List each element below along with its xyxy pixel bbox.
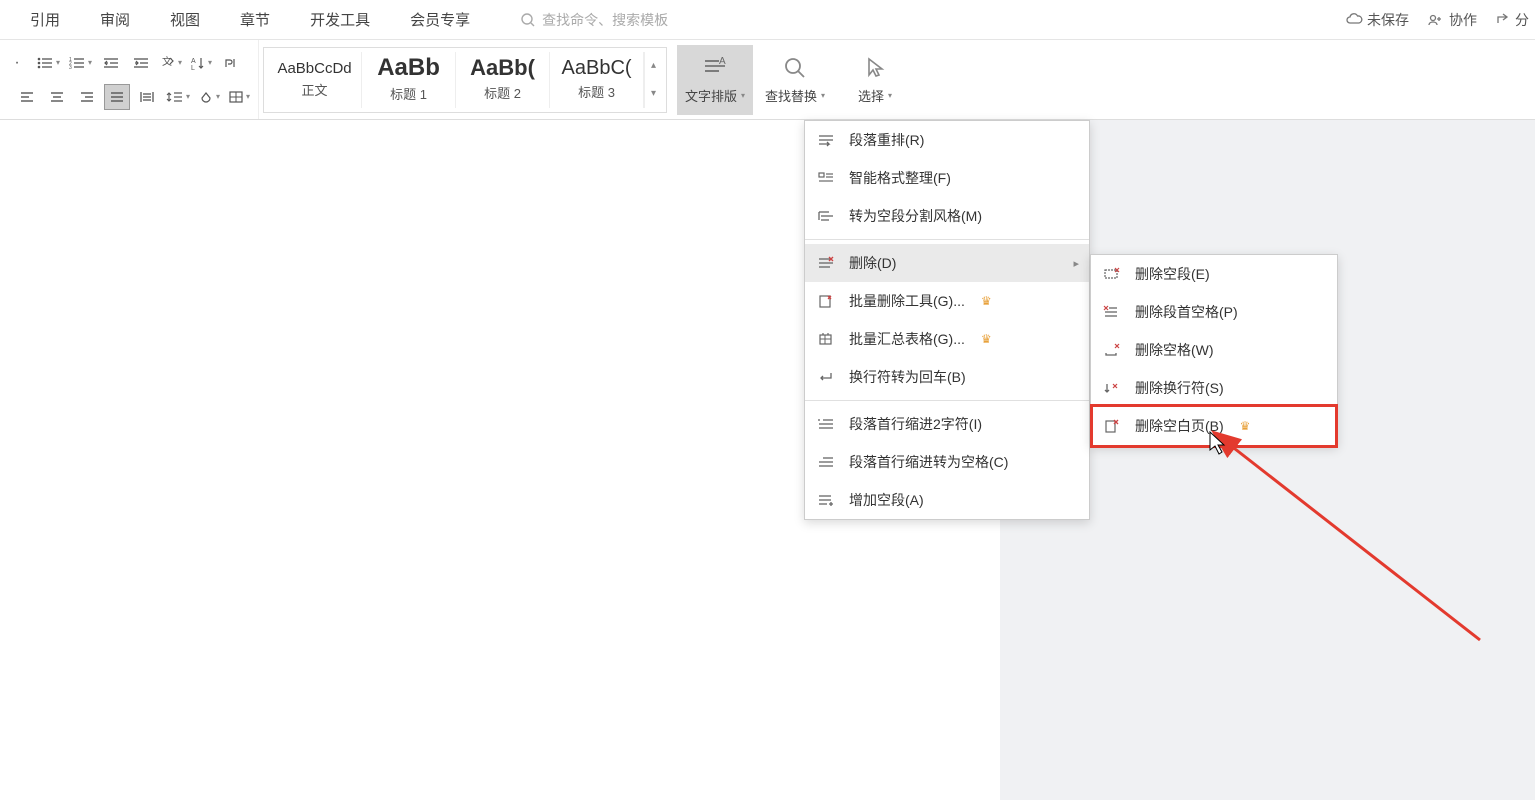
submenu-delete-blank-para[interactable]: 删除空段(E) <box>1091 255 1337 293</box>
style-heading3[interactable]: AaBbC( 标题 3 <box>550 52 644 108</box>
menu-smart-format[interactable]: 智能格式整理(F) <box>805 159 1089 197</box>
bullet-list-btn[interactable] <box>34 50 62 76</box>
style-normal[interactable]: AaBbCcDd 正文 <box>268 52 362 108</box>
text-typeset-btn[interactable]: A 文字排版 <box>677 45 753 115</box>
align-left-btn[interactable] <box>14 84 40 110</box>
styles-gallery[interactable]: AaBbCcDd 正文 AaBb 标题 1 AaBb( 标题 2 AaBbC( … <box>263 47 667 113</box>
batchdel-icon <box>817 293 837 309</box>
menu-separator <box>805 400 1089 401</box>
magnifier-icon <box>782 54 808 82</box>
menu-batch-delete[interactable]: 批量删除工具(G)... ♛ <box>805 282 1089 320</box>
people-icon <box>1427 13 1445 27</box>
find-replace-btn[interactable]: 查找替换 <box>757 45 833 115</box>
cursor-icon <box>863 54 887 82</box>
tab-references[interactable]: 引用 <box>30 9 60 30</box>
menu-convert-linebreak[interactable]: 换行符转为回车(B) <box>805 358 1089 396</box>
align-distribute-btn[interactable] <box>134 84 160 110</box>
dellinebreak-icon <box>1103 380 1123 396</box>
tab-devtools[interactable]: 开发工具 <box>310 9 370 30</box>
increase-indent-btn[interactable] <box>128 50 154 76</box>
addpara-icon <box>817 492 837 508</box>
menu-convert-blank[interactable]: 转为空段分割风格(M) <box>805 197 1089 235</box>
menu-indent-to-space[interactable]: 段落首行缩进转为空格(C) <box>805 443 1089 481</box>
tab-member[interactable]: 会员专享 <box>410 9 470 30</box>
submenu-delete-blank-page[interactable]: 删除空白页(B) ♛ <box>1091 407 1337 445</box>
line-spacing-btn[interactable] <box>164 84 192 110</box>
text-direction-btn[interactable]: 文 <box>158 50 184 76</box>
editing-group: A 文字排版 查找替换 选择 <box>671 40 919 119</box>
svg-text:3: 3 <box>69 65 72 70</box>
show-marks-btn[interactable] <box>218 50 244 76</box>
linebreak-icon <box>817 369 837 385</box>
menu-bar: 引用 审阅 视图 章节 开发工具 会员专享 查找命令、搜索模板 未保存 协作 分 <box>0 0 1535 40</box>
cloud-icon <box>1345 13 1363 27</box>
top-right-actions: 未保存 协作 分 <box>1345 0 1535 40</box>
command-search[interactable]: 查找命令、搜索模板 <box>520 10 668 30</box>
styles-expand[interactable]: ▴▾ <box>644 52 662 108</box>
delspace-icon <box>1103 342 1123 358</box>
submenu-delete-linebreak[interactable]: 删除换行符(S) <box>1091 369 1337 407</box>
batchsum-icon <box>817 331 837 347</box>
sort-btn[interactable]: AL <box>188 50 214 76</box>
menu-indent-2chars[interactable]: 段落首行缩进2字符(I) <box>805 405 1089 443</box>
document-area <box>0 120 1535 800</box>
indent2-icon <box>817 416 837 432</box>
svg-text:A: A <box>719 56 726 67</box>
style-heading2[interactable]: AaBb( 标题 2 <box>456 52 550 108</box>
delblankpage-icon <box>1103 418 1123 434</box>
align-justify-btn[interactable] <box>104 84 130 110</box>
indentspace-icon <box>817 454 837 470</box>
tab-view[interactable]: 视图 <box>170 9 200 30</box>
decrease-indent-btn[interactable] <box>98 50 124 76</box>
menu-batch-summary[interactable]: 批量汇总表格(G)... ♛ <box>805 320 1089 358</box>
collab-button[interactable]: 协作 <box>1427 10 1477 30</box>
svg-text:A: A <box>191 58 196 65</box>
paragraph-group: · 123 文 AL <box>4 40 259 119</box>
smartformat-icon <box>817 170 837 186</box>
tab-chapters[interactable]: 章节 <box>240 9 270 30</box>
align-right-btn[interactable] <box>74 84 100 110</box>
crown-icon: ♛ <box>1240 419 1251 433</box>
submenu-delete-space[interactable]: 删除空格(W) <box>1091 331 1337 369</box>
search-placeholder: 查找命令、搜索模板 <box>542 10 668 30</box>
menu-reflow[interactable]: 段落重排(R) <box>805 121 1089 159</box>
delete-submenu: 删除空段(E) 删除段首空格(P) 删除空格(W) 删除换行符(S) 删除空白页… <box>1090 254 1338 446</box>
typeset-icon: A <box>701 54 729 82</box>
crown-icon: ♛ <box>981 294 992 308</box>
menu-delete[interactable]: 删除(D) ▸ <box>805 244 1089 282</box>
shading-btn[interactable] <box>196 84 222 110</box>
ribbon-toolbar: · 123 文 AL <box>0 40 1535 120</box>
search-icon <box>520 12 536 28</box>
svg-text:文: 文 <box>162 55 172 68</box>
crown-icon: ♛ <box>981 332 992 346</box>
delete-icon <box>817 255 837 271</box>
prev-partial-btn[interactable]: · <box>4 50 30 76</box>
delpara-icon <box>1103 266 1123 282</box>
delleadspace-icon <box>1103 304 1123 320</box>
share-icon <box>1495 13 1511 27</box>
share-button[interactable]: 分 <box>1495 10 1529 30</box>
typeset-menu: 段落重排(R) 智能格式整理(F) 转为空段分割风格(M) 删除(D) ▸ 批量… <box>804 120 1090 520</box>
reflow-icon <box>817 132 837 148</box>
unsaved-status[interactable]: 未保存 <box>1345 10 1409 30</box>
submenu-delete-leading-space[interactable]: 删除段首空格(P) <box>1091 293 1337 331</box>
menu-add-blank-para[interactable]: 增加空段(A) <box>805 481 1089 519</box>
svg-text:L: L <box>191 65 195 71</box>
borders-btn[interactable] <box>226 84 252 110</box>
style-heading1[interactable]: AaBb 标题 1 <box>362 52 456 108</box>
numbered-list-btn[interactable]: 123 <box>66 50 94 76</box>
submenu-arrow-icon: ▸ <box>1073 257 1079 270</box>
menu-separator <box>805 239 1089 240</box>
convert-icon <box>817 208 837 224</box>
select-btn[interactable]: 选择 <box>837 45 913 115</box>
tab-review[interactable]: 审阅 <box>100 9 130 30</box>
align-center-btn[interactable] <box>44 84 70 110</box>
